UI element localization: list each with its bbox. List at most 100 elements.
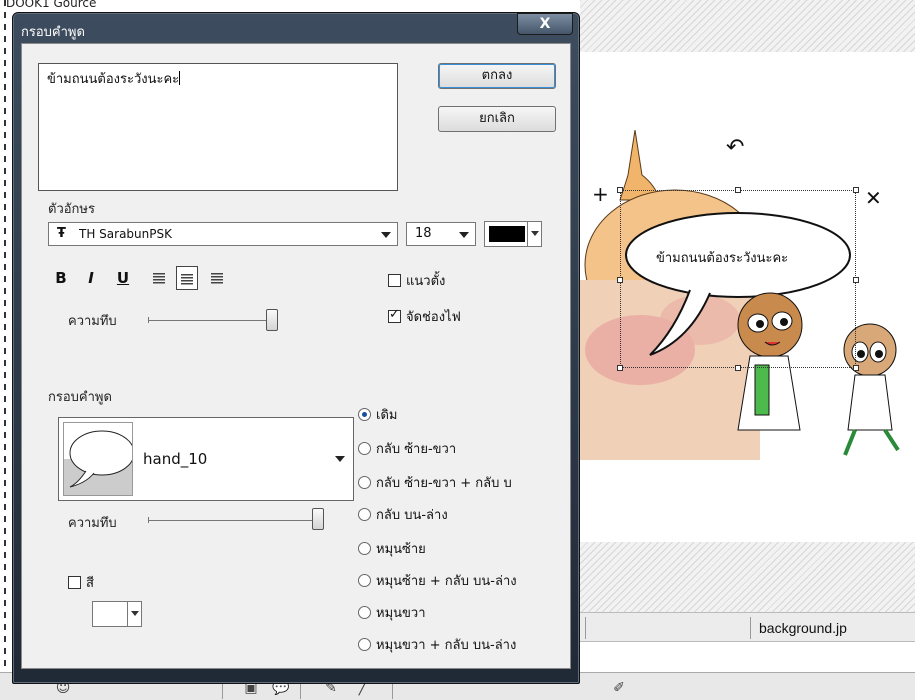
bubble-opacity-track[interactable] (148, 520, 318, 521)
radio-dot (358, 442, 371, 455)
font-section-label: ตัวอักษร (48, 202, 95, 217)
align-right-icon (211, 272, 223, 285)
align-left-button[interactable] (148, 266, 170, 290)
bubble-text-value: ข้ามถนนต้องระวังนะคะ (47, 72, 180, 87)
align-center-icon (181, 273, 193, 286)
workspace-background-lower (580, 542, 915, 612)
fit-spacing-checkbox[interactable]: จัดช่องไฟ (388, 306, 461, 327)
bubble-color-label: สี (86, 576, 94, 591)
selection-handle-ml[interactable] (617, 277, 623, 283)
checkbox-box-checked (388, 307, 401, 323)
font-name-select[interactable]: Ŧ TH SarabunPSK (48, 222, 398, 246)
boy-body (847, 374, 893, 431)
text-opacity-thumb[interactable] (266, 309, 278, 331)
transform-option-label: หมุนขวา (376, 606, 426, 621)
transform-option-label: เดิม (376, 408, 398, 423)
chevron-down-icon (335, 456, 345, 462)
dialog-titlebar[interactable]: กรอบคำพูด X (13, 13, 579, 43)
bold-button[interactable]: B (50, 266, 72, 290)
radio-dot (358, 476, 371, 489)
fit-spacing-label: จัดช่องไฟ (406, 310, 461, 325)
transform-option-original[interactable]: เดิม (358, 404, 397, 425)
font-name-value: TH SarabunPSK (79, 227, 172, 241)
underline-button[interactable]: U (112, 266, 134, 290)
transform-option-flip-hv[interactable]: กลับ ซ้าย-ขวา + กลับ บ (358, 472, 512, 493)
background-clipped-label: DOOK1 Gource (6, 0, 97, 10)
selection-handle-mr[interactable] (853, 277, 859, 283)
dialog-client: ข้ามถนนต้องระวังนะคะ ตกลง ยกเลิก ตัวอักษ… (21, 43, 571, 669)
transform-option-flip-h[interactable]: กลับ ซ้าย-ขวา (358, 438, 456, 459)
file-status-bar: background.jp (580, 612, 915, 642)
file-cell-empty (585, 617, 745, 639)
bubble-opacity-label: ความทึบ (68, 516, 117, 531)
align-center-button[interactable] (176, 266, 198, 290)
file-name-label: background.jp (750, 617, 915, 639)
chevron-down-icon (527, 222, 541, 246)
bubble-opacity-thumb[interactable] (312, 508, 324, 530)
checkbox-box (388, 274, 401, 287)
bubble-color-checkbox[interactable]: สี (68, 572, 94, 593)
transform-option-label: หมุนซ้าย + กลับ บน-ล่าง (376, 574, 517, 589)
transform-option-rotate-right-flip[interactable]: หมุนขวา + กลับ บน-ล่าง (358, 634, 516, 655)
dialog-title: กรอบคำพูด (21, 25, 85, 40)
radio-dot (358, 508, 371, 521)
selection-handle-bl[interactable] (617, 365, 623, 371)
transform-option-flip-v[interactable]: กลับ บน-ล่าง (358, 504, 448, 525)
radio-dot (358, 408, 371, 421)
canvas-speech-text: ข้ามถนนต้องระวังนะคะ (656, 251, 789, 266)
vertical-text-checkbox[interactable]: แนวตั้ง (388, 270, 445, 291)
close-button[interactable]: X (517, 13, 573, 35)
transform-option-rotate-left-flip[interactable]: หมุนซ้าย + กลับ บน-ล่าง (358, 570, 517, 591)
bubble-color-picker[interactable] (92, 601, 142, 627)
selection-handle-tl[interactable] (617, 187, 623, 193)
transform-option-rotate-right[interactable]: หมุนขวา (358, 602, 426, 623)
selection-handle-br[interactable] (853, 365, 859, 371)
transform-option-label: กลับ ซ้าย-ขวา + กลับ บ (376, 476, 512, 491)
italic-button[interactable]: I (80, 266, 102, 290)
slider-tick (148, 317, 149, 323)
chevron-down-icon (381, 232, 391, 238)
transform-option-rotate-left[interactable]: หมุนซ้าย (358, 538, 426, 559)
font-size-value: 18 (415, 226, 432, 241)
ok-button[interactable]: ตกลง (438, 63, 556, 89)
cancel-button[interactable]: ยกเลิก (438, 106, 556, 132)
radio-dot (358, 542, 371, 555)
font-color-swatch (489, 226, 525, 242)
slider-tick (148, 517, 149, 523)
bubble-text-input[interactable]: ข้ามถนนต้องระวังนะคะ (38, 63, 398, 191)
left-edge-guide (4, 0, 6, 700)
bubble-style-name: hand_10 (143, 450, 208, 468)
radio-dot (358, 574, 371, 587)
transform-option-label: หมุนขวา + กลับ บน-ล่าง (376, 638, 517, 653)
chevron-down-icon (127, 602, 141, 626)
checkbox-box (68, 576, 81, 589)
bubble-preview-icon (69, 430, 132, 488)
bubble-section-label: กรอบคำพูด (48, 390, 112, 405)
delete-icon[interactable]: ✕ (865, 186, 882, 210)
transform-option-label: หมุนซ้าย (376, 542, 426, 557)
text-caret (179, 71, 181, 85)
speech-bubble-dialog: กรอบคำพูด X ข้ามถนนต้องระวังนะคะ ตกลง ยก… (12, 12, 580, 684)
selection-box[interactable] (620, 190, 856, 368)
transform-option-label: กลับ บน-ล่าง (376, 508, 448, 523)
radio-dot (358, 606, 371, 619)
align-right-button[interactable] (206, 266, 228, 290)
text-opacity-track[interactable] (148, 320, 272, 321)
font-color-picker[interactable] (484, 221, 542, 247)
font-size-select[interactable]: 18 (406, 222, 476, 246)
text-opacity-label: ความทึบ (68, 314, 117, 329)
selection-handle-tr[interactable] (853, 187, 859, 193)
transform-option-label: กลับ ซ้าย-ขวา (376, 442, 457, 457)
eyedropper-icon[interactable]: ✐ (604, 677, 634, 699)
rotate-icon[interactable]: ↶ (726, 135, 744, 160)
radio-dot (358, 638, 371, 651)
align-left-icon (153, 272, 165, 285)
selection-handle-tm[interactable] (735, 187, 741, 193)
selection-handle-bm[interactable] (735, 365, 741, 371)
workspace-background (580, 0, 915, 52)
vertical-text-label: แนวตั้ง (406, 274, 446, 289)
chevron-down-icon (459, 232, 469, 238)
bubble-thumbnail (63, 422, 133, 496)
move-icon[interactable]: + (592, 182, 609, 206)
bubble-style-select[interactable]: hand_10 (58, 417, 354, 501)
